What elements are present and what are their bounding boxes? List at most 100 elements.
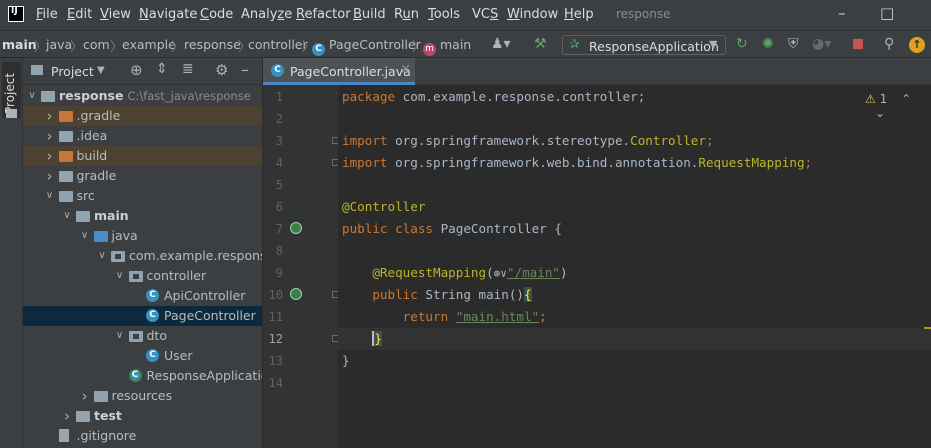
url-globe-icon[interactable]: ⊛∨ [494,267,507,280]
chevron-down-icon[interactable]: ∨ [45,186,55,206]
tree-item-label: User [164,348,193,363]
tree-item-src[interactable]: ∨ src [23,186,262,206]
import-class: RequestMapping [698,155,805,170]
tree-item-main[interactable]: ∨ main [23,206,262,226]
tree-item-com-example-response[interactable]: ∨ com.example.response [23,246,262,266]
tree-item-java[interactable]: ∨ java [23,226,262,246]
minimize-icon[interactable]: – [838,4,846,22]
menu-vcs[interactable]: VCS [472,7,498,22]
menu-code[interactable]: Code [200,7,233,22]
tree-item-response[interactable]: ∨ response C:\fast_java\response [23,86,262,106]
folder-icon [93,391,108,402]
update-notification-icon[interactable]: ↑ [909,37,925,53]
collapse-all-icon[interactable]: ≣ [182,61,194,77]
maximize-icon[interactable]: □ [880,4,894,22]
breadcrumb-controller[interactable]: controller [248,37,308,52]
chevron-right-icon[interactable]: › [45,106,55,126]
tree-item-controller[interactable]: ∨ controller [23,266,262,286]
breadcrumb-main[interactable]: main [2,37,37,52]
class-icon: C [146,349,159,362]
chevron-right-icon[interactable]: › [45,126,55,146]
profile-icon[interactable]: ◕▾ [812,36,831,52]
kw-import: import [342,133,388,148]
spring-bean-gutter-icon[interactable] [290,222,302,234]
intellij-logo-icon[interactable]: IJ [8,6,24,22]
menu-view[interactable]: View [100,7,131,22]
tree-item-gradle[interactable]: › gradle [23,166,262,186]
breadcrumb-example[interactable]: example [122,37,176,52]
menu-file[interactable]: File [36,7,58,22]
line-number: 11 [268,310,283,324]
chevron-right-icon[interactable]: › [62,406,72,426]
tree-item-test[interactable]: › test [23,406,262,426]
menu-window[interactable]: Window [507,7,558,22]
hide-panel-icon[interactable]: – [241,60,249,79]
line-number: 7 [275,222,283,236]
rerun-icon[interactable]: ↻ [736,36,748,52]
chevron-down-icon[interactable]: ▼ [97,65,105,76]
chevron-down-icon[interactable]: ∨ [27,86,37,106]
project-view-title[interactable]: Project [51,64,94,79]
search-icon[interactable]: ⚲ [884,36,894,52]
tree-item--idea[interactable]: › .idea [23,126,262,146]
method-signature: String main() [417,287,524,302]
tree-item-label: dto [146,328,167,343]
tree-item-dto[interactable]: ∨ dto [23,326,262,346]
tree-item-label: .gradle [76,108,121,123]
chevron-down-icon[interactable]: ∨ [80,226,90,246]
inspection-widget[interactable]: ⚠ 1 ⌃ ⌄ [865,92,931,120]
locate-target-icon[interactable]: ⊕ [130,61,143,79]
build-hammer-icon[interactable]: ⚒ [534,36,547,52]
user-icon[interactable]: ♟▾ [491,36,511,52]
tree-item-label: ApiController [164,288,246,303]
chevron-down-icon[interactable]: ∨ [62,206,72,226]
code-line-3: import org.springframework.stereotype.Co… [342,133,714,148]
tree-item-label: .idea [76,128,108,143]
breadcrumb-response[interactable]: response [184,37,241,52]
next-highlight-icon[interactable]: ⌄ [875,106,885,120]
chevron-down-icon[interactable]: ∨ [115,326,125,346]
stop-icon[interactable] [853,39,863,49]
spring-request-mapping-gutter-icon[interactable] [290,288,302,300]
chevron-right-icon[interactable]: › [45,146,55,166]
tree-item-build[interactable]: › build [23,146,262,166]
chevron-down-icon[interactable]: ∨ [97,246,107,266]
chevron-right-icon[interactable]: › [45,166,55,186]
breadcrumb-com[interactable]: com [83,37,110,52]
menu-edit[interactable]: Edit [67,7,92,22]
run-configuration-select[interactable]: ✰ ResponseApplication ▼ [562,35,726,55]
tree-item-label: PageController [164,308,256,323]
editor-tab-pagecontroller[interactable]: C PageController.java × [263,58,415,85]
breadcrumb-pagecontroller[interactable]: C PageController [312,37,421,56]
breadcrumb-java[interactable]: java [46,37,72,52]
tree-item-resources[interactable]: › resources [23,386,262,406]
chevron-right-icon[interactable]: › [80,386,90,406]
tree-item-label: build [76,148,108,163]
tree-item-apicontroller[interactable]: C ApiController [23,286,262,306]
menu-help[interactable]: Help [564,7,594,22]
tree-item-responseapplication[interactable]: C ResponseApplication [23,366,262,386]
run-config-label: ResponseApplication [589,39,719,54]
close-tab-icon[interactable]: × [400,62,411,77]
expand-all-icon[interactable]: ⇕ [156,61,168,77]
menu-tools[interactable]: Tools [428,7,460,22]
package-icon [128,331,143,342]
error-stripe-marker[interactable] [924,327,931,329]
tree-item--gradle[interactable]: › .gradle [23,106,262,126]
menu-build[interactable]: Build [353,7,386,22]
menu-run[interactable]: Run [394,7,419,22]
coverage-shield-icon[interactable]: ⛨ [788,36,799,52]
gear-icon[interactable]: ⚙ [215,61,228,79]
previous-highlight-icon[interactable]: ⌃ [901,92,911,106]
menu-refactor[interactable]: Refactor [296,7,351,22]
debug-bug-icon[interactable]: ✺ [762,36,774,52]
window-title: response [616,7,671,21]
code-editor[interactable]: package com.example.response.controller;… [338,85,931,448]
menu-analyze[interactable]: Analyze [241,7,292,22]
tree-item--gitignore[interactable]: .gitignore [23,426,262,446]
tree-item-pagecontroller[interactable]: C PageController [23,306,262,326]
tree-item-user[interactable]: C User [23,346,262,366]
chevron-down-icon[interactable]: ∨ [115,266,125,286]
breadcrumb-method-main[interactable]: m main [423,37,471,56]
menu-navigate[interactable]: Navigate [139,7,197,22]
